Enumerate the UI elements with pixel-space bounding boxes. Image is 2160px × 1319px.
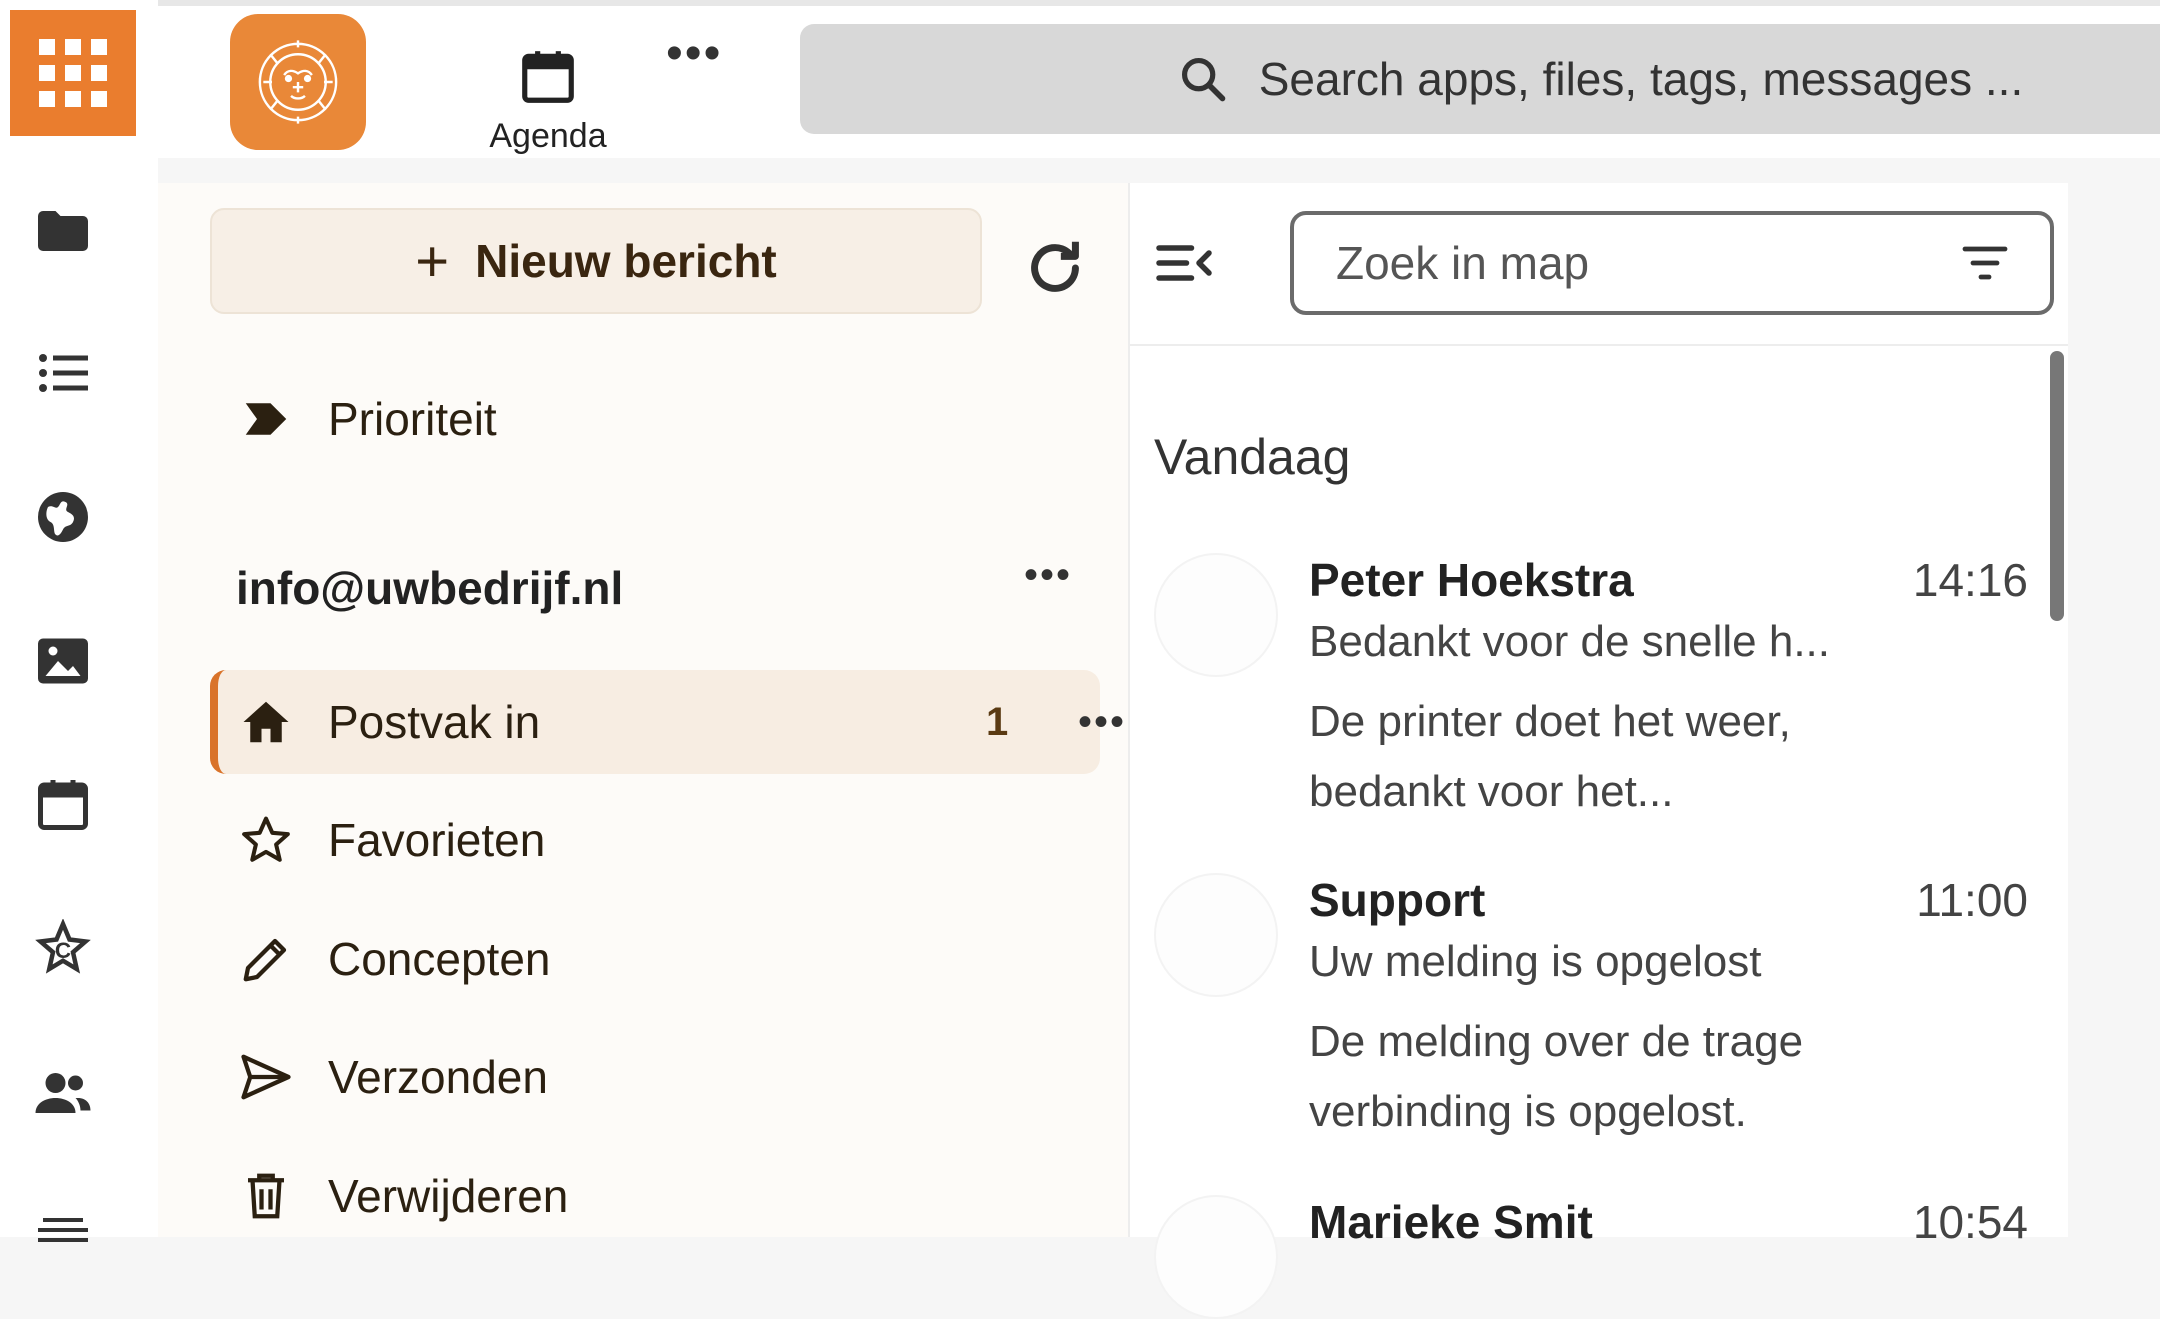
folder-label: Verwijderen xyxy=(328,1170,569,1222)
image-icon[interactable] xyxy=(28,626,98,696)
star-c-icon[interactable]: C xyxy=(28,914,98,984)
folder-label: Favorieten xyxy=(328,814,546,866)
message-sender: Marieke Smit xyxy=(1309,1196,1593,1248)
message-time: 10:54 xyxy=(1912,1196,2028,1248)
message-sender: Support xyxy=(1309,874,1486,926)
folder-search-input[interactable] xyxy=(1334,235,1934,291)
search-icon xyxy=(1181,57,1226,102)
message-sender: Peter Hoekstra xyxy=(1309,554,1634,606)
app-grid-button[interactable] xyxy=(10,10,136,136)
trash-icon xyxy=(236,1166,296,1226)
mail-navigation: + Nieuw bericht Prioriteit info@uwbedrij… xyxy=(158,183,1128,1237)
agenda-label: Agenda xyxy=(489,117,607,155)
star-icon xyxy=(236,810,296,870)
folder-label: Postvak in xyxy=(328,696,541,748)
svg-text:C: C xyxy=(55,938,71,963)
folder-trash[interactable]: Verwijderen xyxy=(210,1144,1100,1248)
message-time: 14:16 xyxy=(1912,554,2028,606)
refresh-icon[interactable] xyxy=(1020,233,1090,303)
avatar xyxy=(1154,553,1278,677)
message-list-header xyxy=(1130,183,2070,346)
agenda-app-link[interactable]: Agenda xyxy=(458,46,638,156)
top-bar: Agenda ••• Search apps, files, tags, mes… xyxy=(158,0,2160,158)
collapse-navigation-icon[interactable] xyxy=(1154,233,1214,293)
account-more-button[interactable]: ••• xyxy=(1024,553,1072,598)
plus-icon: + xyxy=(415,228,450,294)
message-time: 11:00 xyxy=(1916,874,2028,926)
message-preview: De melding over de trage verbinding is o… xyxy=(1309,1017,1804,1136)
menu-icon[interactable] xyxy=(28,1198,98,1268)
folder-favorites[interactable]: Favorieten xyxy=(210,788,1100,892)
message-preview: De printer doet het weer, bedankt voor h… xyxy=(1309,697,1791,816)
filter-icon[interactable] xyxy=(1960,243,2010,283)
message-subject: Uw melding is opgelost xyxy=(1309,937,1762,986)
app-rail: C xyxy=(0,0,158,1242)
new-message-label: Nieuw bericht xyxy=(475,235,777,287)
globe-icon[interactable] xyxy=(28,482,98,552)
folder-label: Verzonden xyxy=(328,1051,548,1103)
list-icon[interactable] xyxy=(28,338,98,408)
lion-logo-icon[interactable] xyxy=(230,14,366,150)
folder-label: Concepten xyxy=(328,933,551,985)
grid-icon xyxy=(39,39,107,107)
unread-count-badge: 1 xyxy=(986,699,1009,744)
folder-label: Prioriteit xyxy=(328,393,497,445)
new-message-button[interactable]: + Nieuw bericht xyxy=(210,208,982,314)
folder-icon[interactable] xyxy=(28,196,98,266)
home-icon xyxy=(236,692,296,752)
date-group-label: Vandaag xyxy=(1154,429,1351,485)
pencil-icon xyxy=(236,929,296,989)
folder-priority[interactable]: Prioriteit xyxy=(210,367,1100,471)
message-item[interactable]: Support 11:00 Uw melding is opgelost De … xyxy=(1154,873,2054,1173)
calendar-icon xyxy=(522,51,574,103)
message-list-panel: Vandaag Peter Hoekstra 14:16 Bedankt voo… xyxy=(1128,183,2070,1319)
folder-drafts[interactable]: Concepten xyxy=(210,907,1100,1011)
message-item[interactable]: Peter Hoekstra 14:16 Bedankt voor de sne… xyxy=(1154,553,2054,853)
contacts-icon[interactable] xyxy=(28,1058,98,1128)
folder-inbox[interactable]: Postvak in 1 ••• xyxy=(210,670,1124,774)
folder-sent[interactable]: Verzonden xyxy=(210,1025,1100,1129)
priority-icon xyxy=(236,389,296,449)
avatar xyxy=(1154,873,1278,997)
avatar xyxy=(1154,1195,1278,1319)
calendar-icon[interactable] xyxy=(28,770,98,840)
account-email[interactable]: info@uwbedrijf.nl xyxy=(236,561,623,615)
send-icon xyxy=(236,1047,296,1107)
folder-search-field[interactable] xyxy=(1290,211,2054,315)
search-placeholder: Search apps, files, tags, messages ... xyxy=(1258,53,2024,105)
more-apps-button[interactable]: ••• xyxy=(666,26,722,81)
message-subject: Bedankt voor de snelle h... xyxy=(1309,617,1830,666)
message-item[interactable]: Marieke Smit 10:54 xyxy=(1154,1195,2054,1319)
folder-more-button[interactable]: ••• xyxy=(1078,700,1126,745)
right-panel-edge xyxy=(2068,183,2160,1237)
unified-search-bar[interactable]: Search apps, files, tags, messages ... xyxy=(800,24,2160,134)
